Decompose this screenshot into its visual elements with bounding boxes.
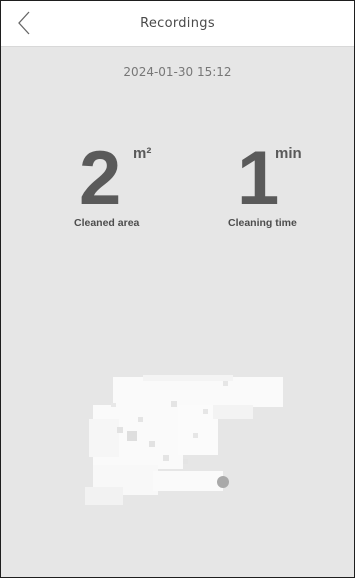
cleaning-time-label: Cleaning time <box>228 217 297 229</box>
page-title: Recordings <box>140 16 215 31</box>
header-bar: Recordings <box>1 1 354 47</box>
cleaning-time-stat: 1 min Cleaning time <box>226 141 336 241</box>
robot-position-icon <box>217 476 229 488</box>
recording-detail-screen: Recordings 2024-01-30 15:12 2 m² Cleaned… <box>0 0 355 578</box>
cleaning-map <box>85 375 283 505</box>
cleaned-area-region <box>85 375 283 505</box>
recording-datetime: 2024-01-30 15:12 <box>123 65 232 79</box>
cleaned-area-unit: m² <box>133 145 152 162</box>
cleaning-time-value: 1 <box>237 136 280 221</box>
cleaned-area-value: 2 <box>79 136 122 221</box>
cleaned-area-label: Cleaned area <box>74 217 140 229</box>
cleaned-area-stat: 2 m² Cleaned area <box>73 141 183 241</box>
cleaning-time-unit: min <box>275 145 302 162</box>
